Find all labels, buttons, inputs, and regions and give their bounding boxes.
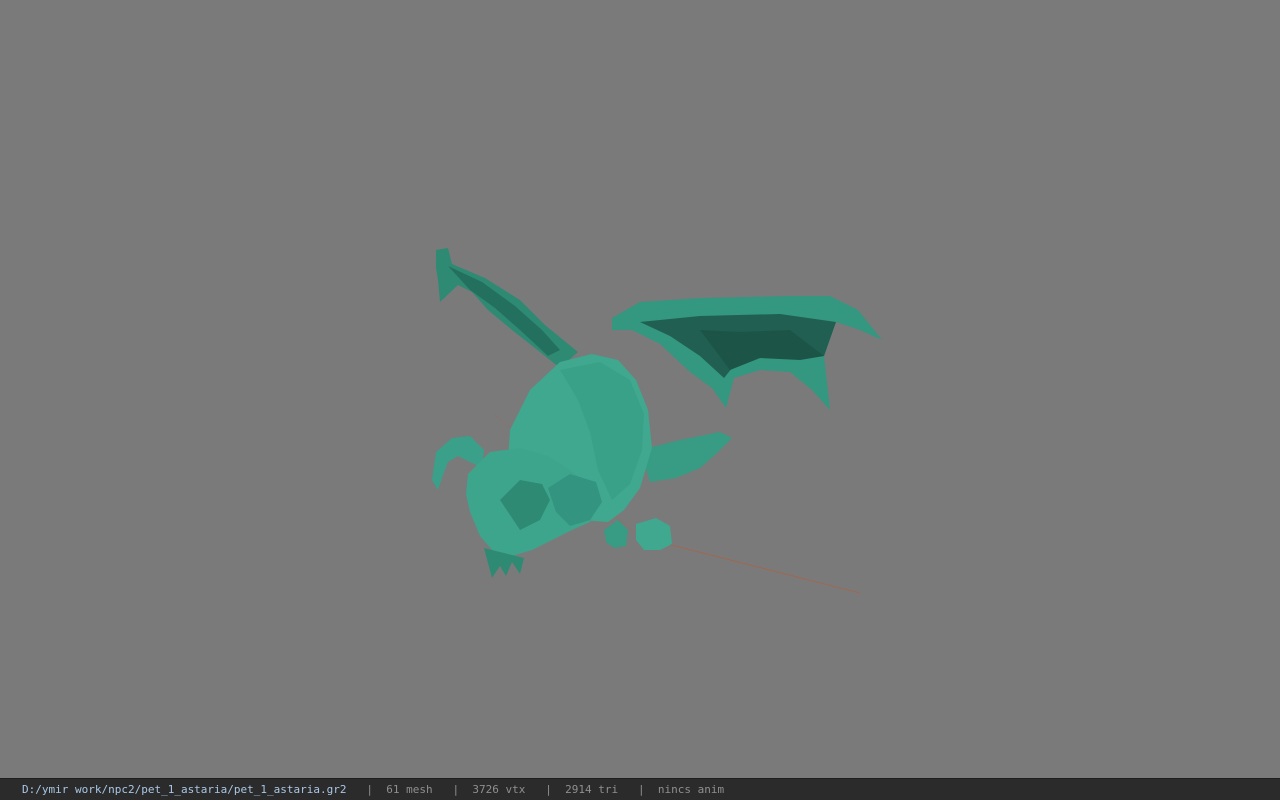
separator: |	[452, 783, 460, 796]
separator: |	[366, 783, 374, 796]
mesh-count: 61 mesh	[386, 783, 433, 796]
x-axis-line	[639, 536, 861, 594]
3d-viewport[interactable]	[0, 0, 1280, 778]
file-path: D:/ymir work/npc2/pet_1_astaria/pet_1_as…	[22, 783, 347, 796]
separator: |	[545, 783, 552, 796]
separator: |	[637, 783, 645, 796]
tail	[640, 432, 732, 482]
triangle-count: 2914 tri	[565, 783, 619, 796]
animation-status: nincs anim	[657, 783, 725, 796]
dragon-model	[432, 248, 882, 578]
front-claw	[636, 518, 672, 550]
status-bar: D:/ymir work/npc2/pet_1_astaria/pet_1_as…	[0, 778, 1280, 800]
vertex-count: 3726 vtx	[472, 783, 526, 796]
model-render	[432, 248, 882, 594]
